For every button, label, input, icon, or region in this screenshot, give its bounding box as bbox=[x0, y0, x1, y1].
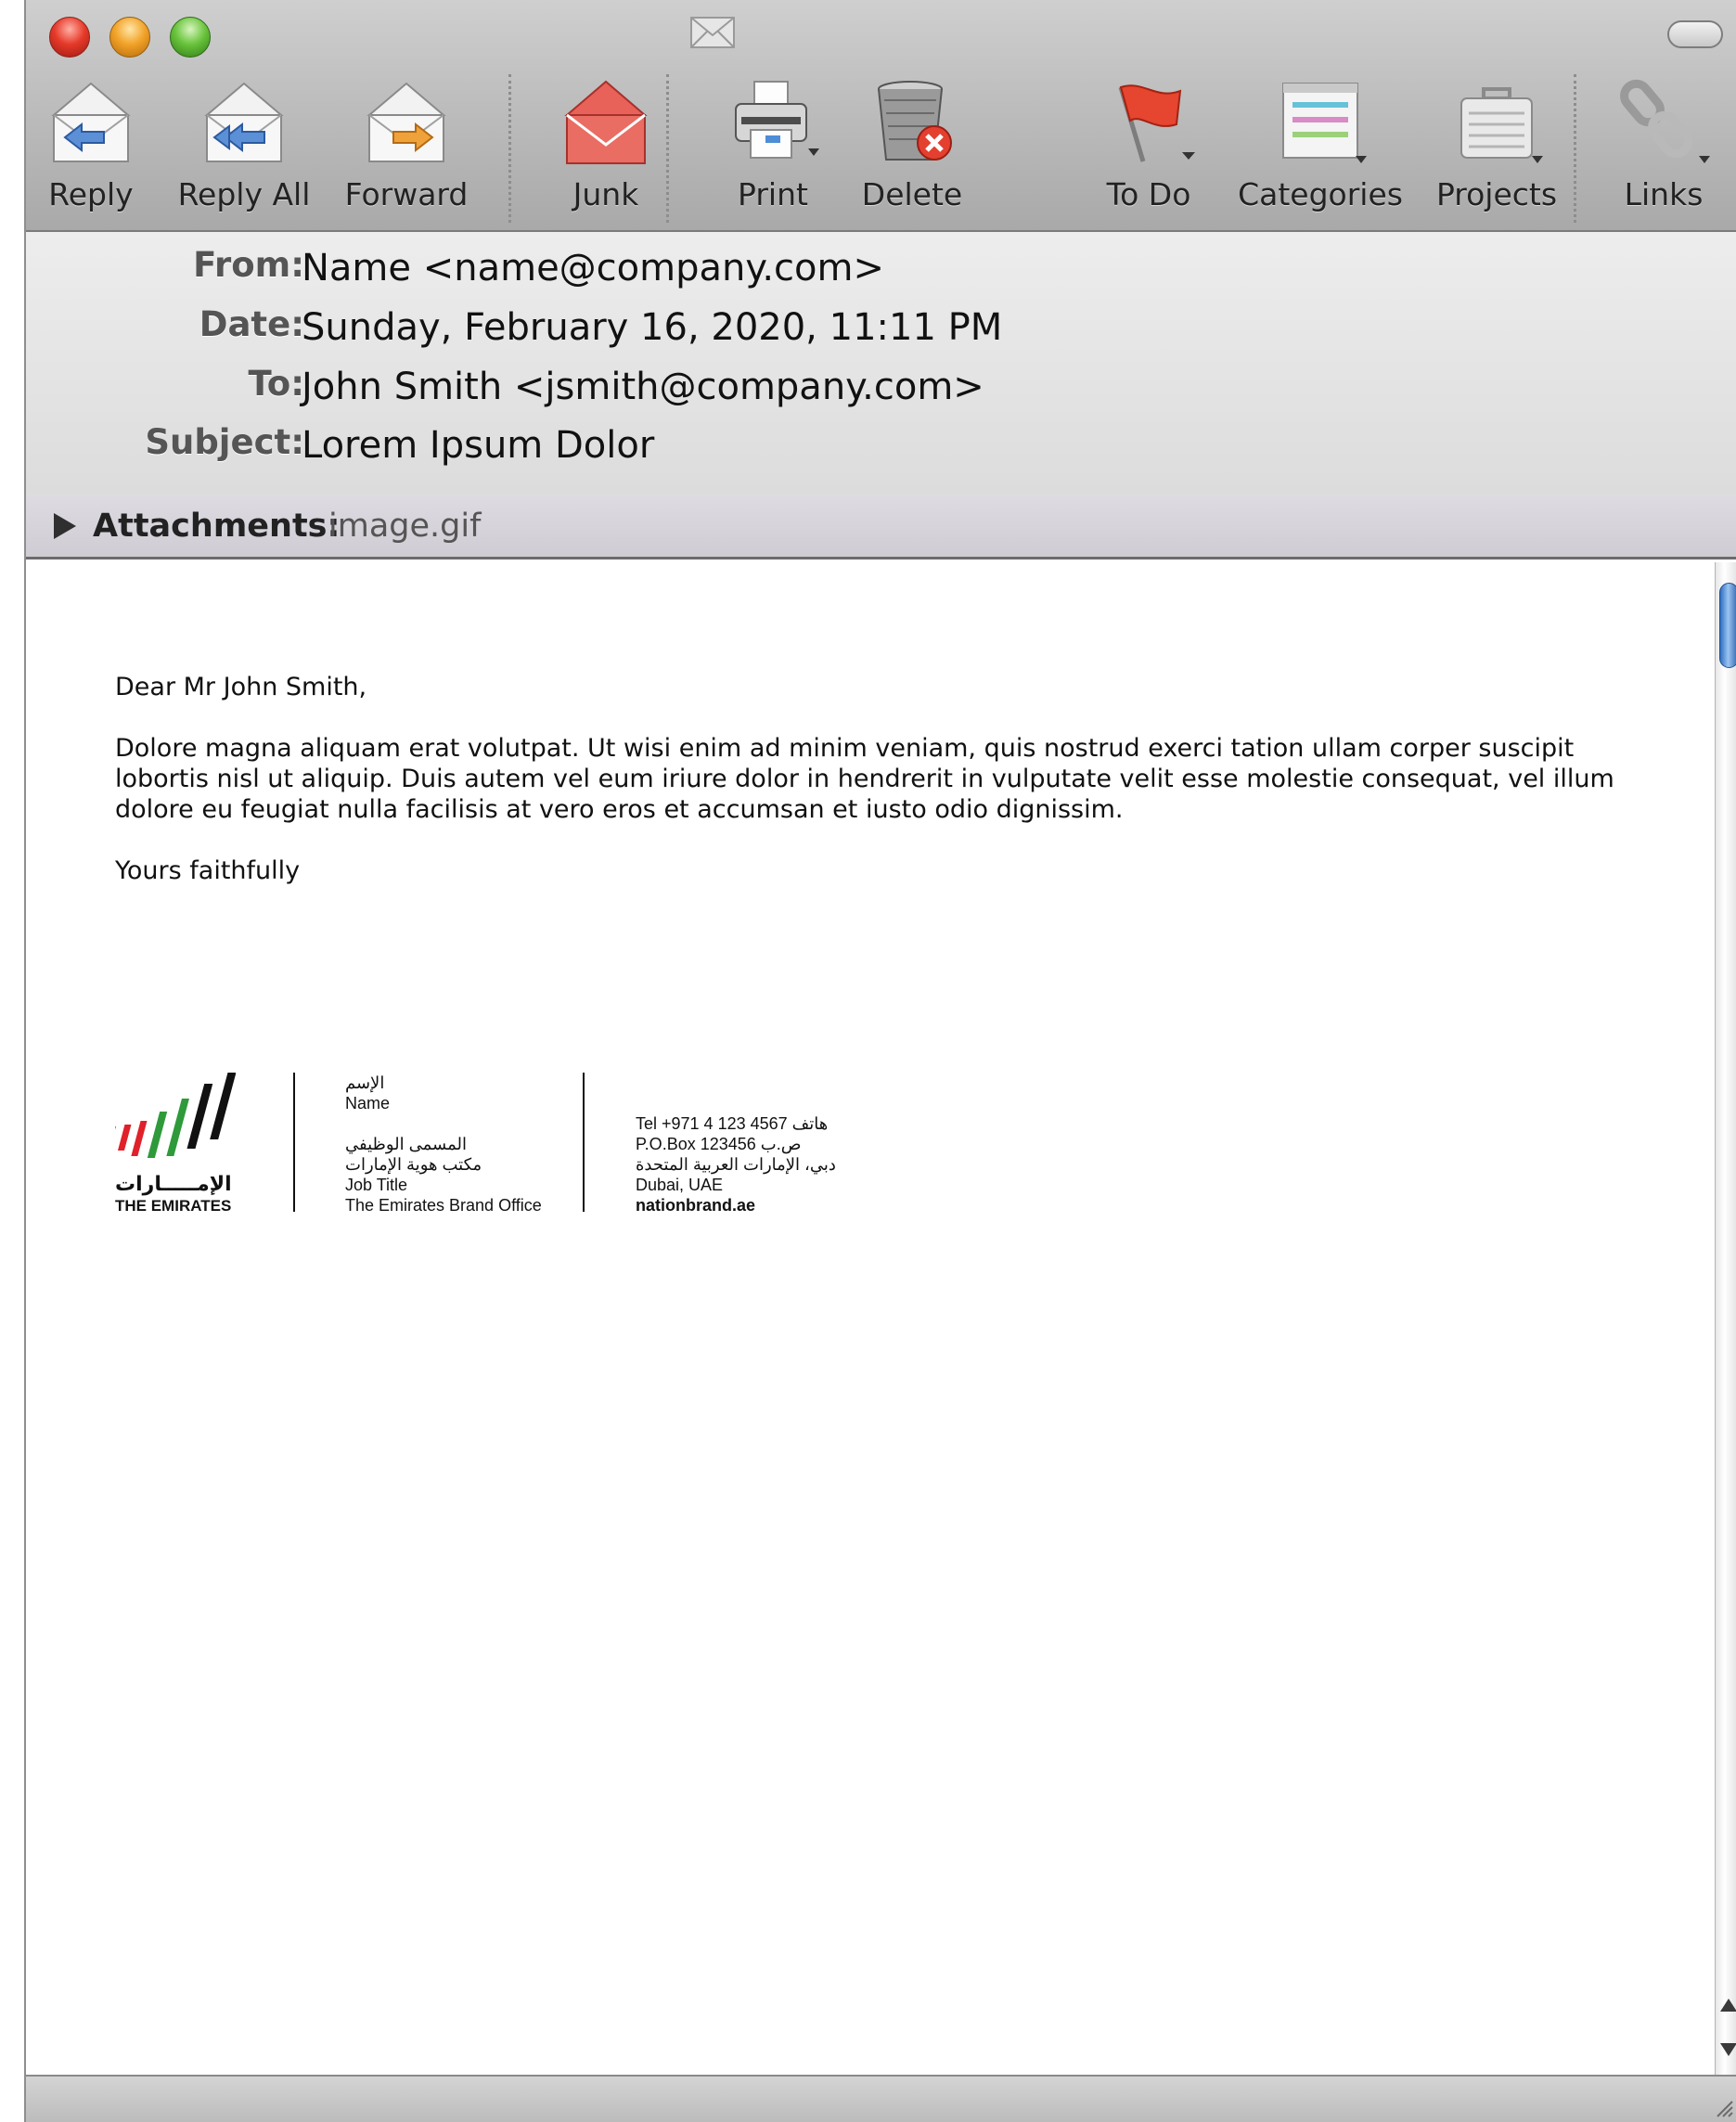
print-button[interactable]: Print bbox=[703, 76, 842, 225]
from-row: From: Name <name@company.com> bbox=[26, 239, 1736, 295]
website-link[interactable]: nationbrand.ae bbox=[636, 1195, 755, 1215]
junk-button[interactable]: Junk bbox=[527, 76, 685, 225]
to-do-label: To Do bbox=[1106, 176, 1191, 212]
subject-value: Lorem Ipsum Dolor bbox=[302, 424, 655, 467]
projects-button[interactable]: Projects bbox=[1418, 76, 1575, 225]
greeting-text: Dear Mr John Smith, bbox=[115, 673, 367, 701]
links-button[interactable]: Links bbox=[1594, 76, 1733, 225]
to-do-button[interactable]: To Do bbox=[1074, 76, 1223, 225]
emirates-logo-icon bbox=[115, 1073, 236, 1158]
body-paragraph: Dolore magna aliquam erat volutpat. Ut w… bbox=[115, 734, 1614, 824]
flag-icon bbox=[1118, 84, 1195, 162]
projects-label: Projects bbox=[1435, 176, 1558, 212]
attachment-file-link[interactable]: image.gif bbox=[328, 508, 481, 545]
scroll-thumb[interactable] bbox=[1719, 583, 1736, 668]
reply-all-label: Reply All bbox=[177, 176, 311, 212]
categories-label: Categories bbox=[1238, 176, 1403, 212]
po-box-text: P.O.Box 123456 ص.ب bbox=[636, 1135, 802, 1153]
zoom-window-button[interactable] bbox=[170, 17, 211, 58]
date-value: Sunday, February 16, 2020, 11:11 PM bbox=[302, 306, 1003, 349]
close-window-button[interactable] bbox=[49, 17, 90, 58]
telephone-text: Tel +971 4 123 4567 هاتف bbox=[636, 1114, 829, 1133]
logo-english-text: THE EMIRATES bbox=[115, 1197, 232, 1215]
city-arabic: دبي، الإمارات العربية المتحدة bbox=[636, 1155, 836, 1174]
status-bar bbox=[26, 2075, 1736, 2122]
trash-delete-icon bbox=[878, 81, 952, 161]
city-english: Dubai, UAE bbox=[636, 1176, 724, 1194]
categories-icon bbox=[1282, 83, 1367, 163]
name-arabic: الإسم bbox=[345, 1074, 385, 1092]
subject-row: Subject: Lorem Ipsum Dolor bbox=[26, 417, 1736, 472]
junk-label: Junk bbox=[572, 176, 639, 212]
disclosure-triangle-icon[interactable] bbox=[54, 513, 76, 539]
closing-text: Yours faithfully bbox=[115, 856, 301, 885]
to-row: To: John Smith <jsmith@company.com> bbox=[26, 358, 1736, 414]
forward-envelope-icon bbox=[366, 82, 446, 162]
date-label: Date: bbox=[199, 304, 304, 344]
from-label: From: bbox=[193, 245, 304, 285]
briefcase-icon bbox=[1460, 87, 1543, 163]
delete-button[interactable]: Delete bbox=[842, 76, 982, 225]
toolbar-separator bbox=[666, 74, 669, 223]
categories-button[interactable]: Categories bbox=[1232, 76, 1408, 225]
reply-label: Reply bbox=[48, 176, 134, 212]
mail-message-window: Reply Reply All Forward Junk Print Delet… bbox=[24, 0, 1736, 2122]
forward-button[interactable]: Forward bbox=[332, 76, 481, 225]
toolbar-separator bbox=[1574, 74, 1576, 223]
to-value[interactable]: John Smith <jsmith@company.com> bbox=[302, 366, 984, 408]
name-english: Name bbox=[345, 1094, 391, 1112]
junk-envelope-icon bbox=[564, 80, 648, 164]
minimize-window-button[interactable] bbox=[109, 17, 150, 58]
printer-icon bbox=[735, 81, 819, 159]
toolbar-toggle-button[interactable] bbox=[1667, 20, 1723, 48]
toolbar-separator bbox=[508, 74, 511, 223]
signature-divider bbox=[293, 1073, 295, 1212]
message-body: Dear Mr John Smith, Dolore magna aliquam… bbox=[26, 562, 1715, 2075]
date-row: Date: Sunday, February 16, 2020, 11:11 P… bbox=[26, 299, 1736, 354]
attachments-label: Attachments: bbox=[93, 508, 341, 545]
scroll-up-arrow-icon[interactable] bbox=[1720, 1999, 1736, 2012]
forward-label: Forward bbox=[344, 176, 469, 212]
reply-all-button[interactable]: Reply All bbox=[165, 76, 323, 225]
resize-grip-icon[interactable] bbox=[1712, 2096, 1734, 2118]
toolbar: Reply Reply All Forward Junk Print Delet… bbox=[26, 0, 1736, 232]
reply-envelope-icon bbox=[51, 82, 131, 162]
scroll-down-arrow-icon[interactable] bbox=[1720, 2043, 1736, 2056]
job-title-english: Job Title bbox=[345, 1176, 408, 1194]
logo-arabic-text: الإمـــــارات bbox=[115, 1173, 232, 1196]
message-header: From: Name <name@company.com> Date: Sund… bbox=[26, 232, 1736, 495]
reply-all-envelope-icon bbox=[204, 82, 284, 162]
reply-button[interactable]: Reply bbox=[31, 76, 151, 225]
vertical-scrollbar[interactable] bbox=[1715, 562, 1736, 2075]
delete-label: Delete bbox=[861, 176, 963, 212]
signature-divider bbox=[583, 1073, 585, 1212]
office-arabic: مكتب هوية الإمارات bbox=[345, 1155, 482, 1174]
links-label: Links bbox=[1624, 176, 1704, 212]
attachments-bar: Attachments: image.gif bbox=[26, 495, 1736, 559]
job-title-arabic: المسمى الوظيفي bbox=[345, 1135, 468, 1153]
from-value[interactable]: Name <name@company.com> bbox=[302, 247, 884, 289]
office-english: The Emirates Brand Office bbox=[345, 1196, 542, 1215]
print-label: Print bbox=[738, 176, 808, 212]
chain-link-icon bbox=[1620, 79, 1710, 163]
subject-label: Subject: bbox=[145, 422, 304, 462]
envelope-icon bbox=[690, 17, 735, 48]
to-label: To: bbox=[248, 364, 304, 404]
